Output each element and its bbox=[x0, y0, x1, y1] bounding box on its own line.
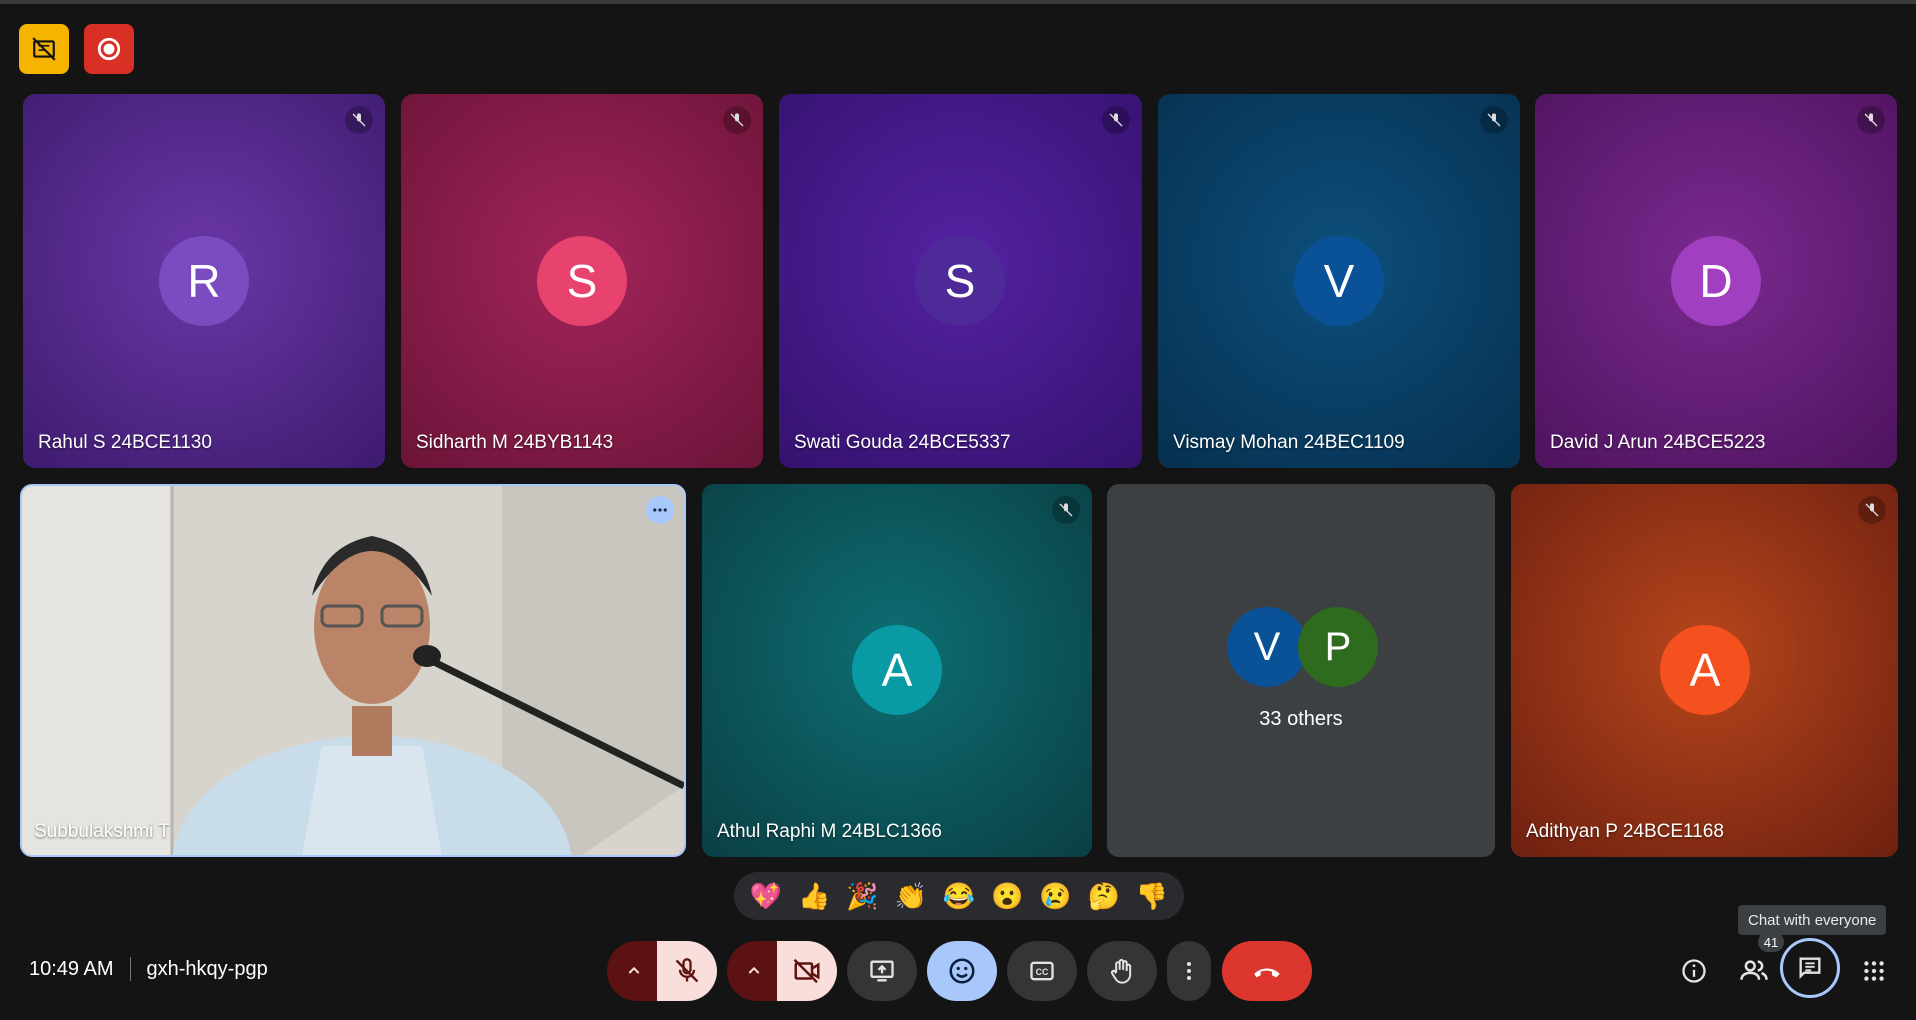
mic-off-icon bbox=[1857, 106, 1885, 134]
chevron-up-icon bbox=[748, 966, 760, 974]
present-screen-icon bbox=[870, 960, 894, 982]
avatar: R bbox=[159, 236, 249, 326]
participant-tile-4[interactable]: V Vismay Mohan 24BEC1109 bbox=[1158, 94, 1520, 468]
mic-off-icon bbox=[723, 106, 751, 134]
smiley-icon bbox=[949, 958, 975, 984]
reaction-party-popper[interactable]: 🎉 bbox=[842, 881, 884, 912]
activities-button[interactable] bbox=[1850, 947, 1898, 995]
avatar: S bbox=[915, 236, 1005, 326]
chat-tooltip: Chat with everyone bbox=[1738, 905, 1887, 935]
avatar: V bbox=[1294, 236, 1384, 326]
meeting-code: gxh-hkqy-pgp bbox=[146, 957, 268, 980]
participant-name: Vismay Mohan 24BEC1109 bbox=[1173, 432, 1405, 453]
camera-off-icon bbox=[793, 958, 820, 984]
hang-up-icon bbox=[1254, 968, 1280, 978]
captions-icon: CC bbox=[1030, 961, 1054, 981]
reaction-sad[interactable]: 😢 bbox=[1034, 881, 1076, 912]
participant-tile-5[interactable]: D David J Arun 24BCE5223 bbox=[1535, 94, 1897, 468]
others-count: 33 others bbox=[1259, 708, 1343, 730]
participants-count-badge: 41 bbox=[1758, 932, 1784, 952]
mic-off-icon bbox=[1858, 496, 1886, 524]
reaction-thinking[interactable]: 🤔 bbox=[1083, 881, 1125, 912]
chat-icon bbox=[1799, 957, 1821, 979]
participant-name: Athul Raphi M 24BLC1366 bbox=[717, 821, 942, 842]
no-video-sharing-icon bbox=[32, 37, 56, 61]
mic-off-icon bbox=[675, 958, 699, 983]
mic-off-icon bbox=[1102, 106, 1130, 134]
present-screen-button[interactable] bbox=[847, 941, 917, 1001]
participant-name: Subbulakshmi T bbox=[34, 821, 170, 842]
reaction-laughing[interactable]: 😂 bbox=[938, 881, 980, 912]
reaction-sparkling-heart[interactable]: 💖 bbox=[745, 881, 787, 912]
camera-options-button[interactable] bbox=[727, 941, 781, 1001]
participant-name: Adithyan P 24BCE1168 bbox=[1526, 821, 1724, 842]
microphone-toggle-button[interactable] bbox=[657, 941, 717, 1001]
apps-grid-icon bbox=[1864, 961, 1884, 981]
chat-button[interactable] bbox=[1780, 938, 1840, 998]
participant-tile-7[interactable]: A Adithyan P 24BCE1168 bbox=[1511, 484, 1898, 857]
camera-toggle-button[interactable] bbox=[777, 941, 837, 1001]
raise-hand-button[interactable] bbox=[1087, 941, 1157, 1001]
avatar: P bbox=[1298, 607, 1378, 687]
mic-off-icon bbox=[1480, 106, 1508, 134]
recording-button[interactable] bbox=[84, 24, 134, 74]
leave-call-button[interactable] bbox=[1222, 941, 1312, 1001]
avatar: V bbox=[1227, 607, 1307, 687]
mic-off-icon bbox=[345, 106, 373, 134]
captions-button[interactable]: CC bbox=[1007, 941, 1077, 1001]
reaction-thumbs-up[interactable]: 👍 bbox=[793, 881, 835, 912]
avatar: A bbox=[1660, 625, 1750, 715]
people-icon bbox=[1740, 960, 1768, 980]
reactions-bar: 💖 👍 🎉 👏 😂 😮 😢 🤔 👎 bbox=[734, 872, 1184, 920]
chevron-up-icon bbox=[628, 966, 640, 974]
recording-icon bbox=[97, 37, 121, 61]
reaction-surprised[interactable]: 😮 bbox=[986, 881, 1028, 912]
mic-off-icon bbox=[1052, 496, 1080, 524]
current-time: 10:49 AM bbox=[29, 957, 114, 980]
participant-name: Rahul S 24BCE1130 bbox=[38, 432, 212, 453]
avatar: D bbox=[1671, 236, 1761, 326]
participant-name: David J Arun 24BCE5223 bbox=[1550, 432, 1766, 453]
participant-tile-6[interactable]: A Athul Raphi M 24BLC1366 bbox=[702, 484, 1092, 857]
hand-icon bbox=[1110, 959, 1132, 984]
participant-tile-1[interactable]: R Rahul S 24BCE1130 bbox=[23, 94, 385, 468]
reaction-clapping[interactable]: 👏 bbox=[890, 881, 932, 912]
reaction-thumbs-down[interactable]: 👎 bbox=[1131, 881, 1173, 912]
meeting-info: 10:49 AM gxh-hkqy-pgp bbox=[29, 957, 268, 981]
svg-text:CC: CC bbox=[1036, 967, 1049, 977]
more-options-icon[interactable] bbox=[646, 496, 674, 524]
participant-video-tile[interactable]: Subbulakshmi T bbox=[20, 484, 686, 857]
mic-options-button[interactable] bbox=[607, 941, 661, 1001]
participant-tile-2[interactable]: S Sidharth M 24BYB1143 bbox=[401, 94, 763, 468]
participant-tile-3[interactable]: S Swati Gouda 24BCE5337 bbox=[779, 94, 1142, 468]
participant-name: Swati Gouda 24BCE5337 bbox=[794, 432, 1011, 453]
avatar: A bbox=[852, 625, 942, 715]
avatar: S bbox=[537, 236, 627, 326]
participant-video bbox=[22, 486, 684, 855]
people-button[interactable] bbox=[1730, 947, 1778, 995]
participant-name: Sidharth M 24BYB1143 bbox=[416, 432, 614, 453]
info-icon bbox=[1682, 959, 1706, 983]
reactions-button[interactable] bbox=[927, 941, 997, 1001]
more-options-button[interactable] bbox=[1167, 941, 1211, 1001]
no-video-sharing-button[interactable] bbox=[19, 24, 69, 74]
others-tile[interactable]: V P 33 others bbox=[1107, 484, 1495, 857]
meeting-details-button[interactable] bbox=[1670, 947, 1718, 995]
divider bbox=[129, 957, 131, 981]
top-border bbox=[0, 0, 1916, 4]
more-vert-icon bbox=[1187, 962, 1191, 980]
